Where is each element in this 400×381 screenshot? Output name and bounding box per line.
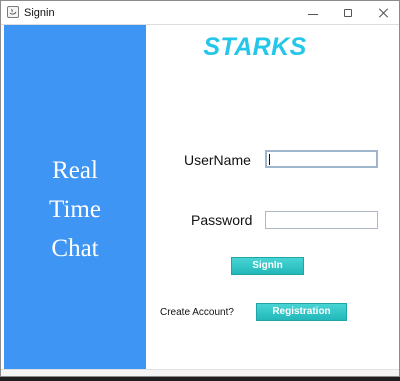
title-bar[interactable]: Signin: [1, 1, 399, 25]
sidebar-line-chat: Chat: [51, 235, 99, 262]
username-field[interactable]: [265, 150, 378, 168]
minimize-button[interactable]: [297, 1, 328, 25]
maximize-icon: [343, 9, 352, 17]
sidebar-line-time: Time: [49, 196, 101, 223]
sidebar-line-real: Real: [52, 157, 98, 184]
window-title: Signin: [24, 7, 55, 19]
password-field[interactable]: [265, 211, 378, 229]
brand-title: STARKS: [203, 33, 307, 61]
username-label: UserName: [184, 152, 251, 168]
sidebar-tagline: Real Time Chat: [4, 151, 146, 268]
password-label: Password: [191, 212, 253, 228]
text-cursor: [269, 154, 270, 165]
java-app-icon: [7, 6, 19, 18]
signin-content: STARKS UserName Password SignIn Create A…: [146, 25, 399, 376]
close-icon: [378, 7, 390, 19]
registration-button[interactable]: Registration: [256, 303, 347, 321]
window-bottom-edge: [1, 369, 399, 376]
create-account-label: Create Account?: [160, 307, 234, 318]
minimize-icon: [307, 13, 318, 15]
chat-sidebar-panel: Real Time Chat: [4, 25, 146, 369]
maximize-button[interactable]: [332, 1, 363, 25]
close-button[interactable]: [368, 1, 399, 25]
signin-button[interactable]: SignIn: [231, 257, 304, 275]
signin-window: Signin Real Time Chat STARKS UserName Pa…: [0, 0, 400, 377]
